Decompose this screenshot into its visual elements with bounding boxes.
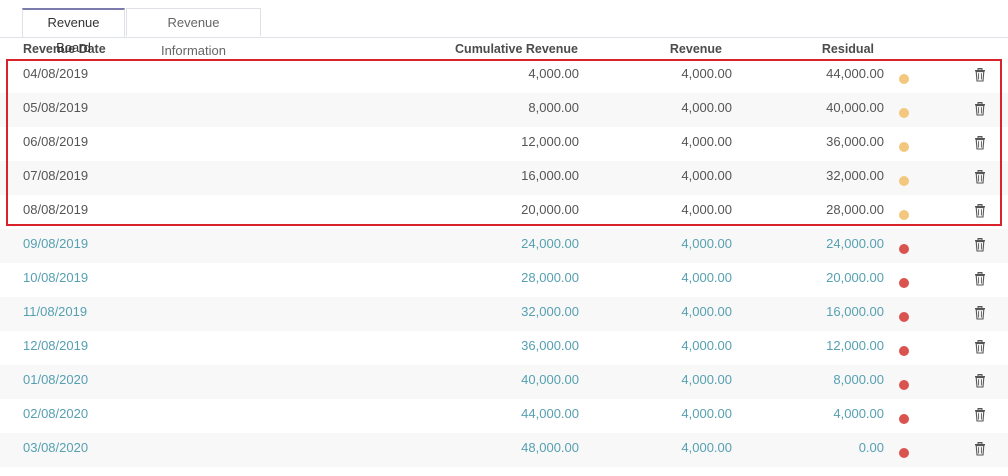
status-dot-icon bbox=[899, 448, 909, 458]
cumulative-revenue-cell: 28,000.00 bbox=[521, 270, 579, 285]
status-dot-icon bbox=[899, 414, 909, 424]
residual-cell: 40,000.00 bbox=[826, 100, 884, 115]
revenue-date-cell: 12/08/2019 bbox=[23, 338, 89, 353]
cumulative-revenue-cell: 36,000.00 bbox=[521, 338, 579, 353]
trash-icon[interactable] bbox=[974, 102, 986, 116]
revenue-cell: 4,000.00 bbox=[681, 304, 732, 319]
column-header-revenue[interactable]: Revenue bbox=[670, 42, 722, 56]
table-row[interactable]: 06/08/2019 12,000.00 4,000.00 36,000.00 bbox=[0, 127, 1008, 161]
residual-cell: 44,000.00 bbox=[826, 66, 884, 81]
status-dot-icon bbox=[899, 176, 909, 186]
cumulative-revenue-cell: 4,000.00 bbox=[528, 66, 579, 81]
revenue-cell: 4,000.00 bbox=[681, 66, 732, 81]
trash-icon[interactable] bbox=[974, 238, 986, 252]
trash-icon[interactable] bbox=[974, 136, 986, 150]
revenue-date-cell: 02/08/2020 bbox=[23, 406, 89, 421]
cumulative-revenue-cell: 24,000.00 bbox=[521, 236, 579, 251]
table-row[interactable]: 02/08/2020 44,000.00 4,000.00 4,000.00 bbox=[0, 399, 1008, 433]
cumulative-revenue-cell: 40,000.00 bbox=[521, 372, 579, 387]
cumulative-revenue-cell: 8,000.00 bbox=[528, 100, 579, 115]
revenue-date-cell: 11/08/2019 bbox=[23, 304, 88, 319]
table-row[interactable]: 10/08/2019 28,000.00 4,000.00 20,000.00 bbox=[0, 263, 1008, 297]
revenue-cell: 4,000.00 bbox=[681, 406, 732, 421]
residual-cell: 20,000.00 bbox=[826, 270, 884, 285]
status-dot-icon bbox=[899, 210, 909, 220]
column-header-cumulative-revenue[interactable]: Cumulative Revenue bbox=[455, 42, 578, 56]
revenue-date-cell: 03/08/2020 bbox=[23, 440, 89, 455]
residual-cell: 12,000.00 bbox=[826, 338, 884, 353]
cumulative-revenue-cell: 48,000.00 bbox=[521, 440, 579, 455]
residual-cell: 28,000.00 bbox=[826, 202, 884, 217]
residual-cell: 0.00 bbox=[858, 440, 884, 455]
revenue-date-cell: 05/08/2019 bbox=[23, 100, 89, 115]
status-dot-icon bbox=[899, 380, 909, 390]
trash-icon[interactable] bbox=[974, 340, 986, 354]
tab-revenue-information[interactable]: Revenue Information bbox=[126, 8, 261, 58]
table-row[interactable]: 09/08/2019 24,000.00 4,000.00 24,000.00 bbox=[0, 229, 1008, 263]
table-row[interactable]: 03/08/2020 48,000.00 4,000.00 0.00 bbox=[0, 433, 1008, 467]
revenue-board-page: Revenue Board Revenue Information Revenu… bbox=[0, 0, 1008, 476]
table-row[interactable]: 04/08/2019 4,000.00 4,000.00 44,000.00 bbox=[0, 59, 1008, 93]
cumulative-revenue-cell: 44,000.00 bbox=[521, 406, 579, 421]
column-header-residual[interactable]: Residual bbox=[822, 42, 874, 56]
tab-bar: Revenue Board Revenue Information bbox=[0, 8, 1008, 58]
revenue-date-cell: 01/08/2020 bbox=[23, 372, 89, 387]
cumulative-revenue-cell: 16,000.00 bbox=[521, 168, 579, 183]
revenue-cell: 4,000.00 bbox=[681, 440, 732, 455]
revenue-cell: 4,000.00 bbox=[681, 236, 732, 251]
trash-icon[interactable] bbox=[974, 170, 986, 184]
revenue-date-cell: 06/08/2019 bbox=[23, 134, 89, 149]
revenue-date-cell: 04/08/2019 bbox=[23, 66, 89, 81]
revenue-date-cell: 09/08/2019 bbox=[23, 236, 89, 251]
revenue-cell: 4,000.00 bbox=[681, 270, 732, 285]
status-dot-icon bbox=[899, 244, 909, 254]
residual-cell: 24,000.00 bbox=[826, 236, 884, 251]
cumulative-revenue-cell: 12,000.00 bbox=[521, 134, 579, 149]
status-dot-icon bbox=[899, 312, 909, 322]
residual-cell: 36,000.00 bbox=[826, 134, 884, 149]
revenue-cell: 4,000.00 bbox=[681, 134, 732, 149]
status-dot-icon bbox=[899, 142, 909, 152]
table-row[interactable]: 08/08/2019 20,000.00 4,000.00 28,000.00 bbox=[0, 195, 1008, 229]
residual-cell: 8,000.00 bbox=[833, 372, 884, 387]
trash-icon[interactable] bbox=[974, 68, 986, 82]
trash-icon[interactable] bbox=[974, 374, 986, 388]
status-dot-icon bbox=[899, 278, 909, 288]
trash-icon[interactable] bbox=[974, 442, 986, 456]
trash-icon[interactable] bbox=[974, 408, 986, 422]
residual-cell: 16,000.00 bbox=[826, 304, 884, 319]
revenue-cell: 4,000.00 bbox=[681, 202, 732, 217]
status-dot-icon bbox=[899, 346, 909, 356]
status-dot-icon bbox=[899, 74, 909, 84]
revenue-date-cell: 10/08/2019 bbox=[23, 270, 89, 285]
revenue-date-cell: 07/08/2019 bbox=[23, 168, 89, 183]
revenue-cell: 4,000.00 bbox=[681, 372, 732, 387]
trash-icon[interactable] bbox=[974, 306, 986, 320]
cumulative-revenue-cell: 32,000.00 bbox=[521, 304, 579, 319]
residual-cell: 4,000.00 bbox=[833, 406, 884, 421]
revenue-date-cell: 08/08/2019 bbox=[23, 202, 89, 217]
tab-revenue-board[interactable]: Revenue Board bbox=[22, 8, 125, 55]
table-row[interactable]: 11/08/2019 32,000.00 4,000.00 16,000.00 bbox=[0, 297, 1008, 331]
table-row[interactable]: 12/08/2019 36,000.00 4,000.00 12,000.00 bbox=[0, 331, 1008, 365]
table-row[interactable]: 07/08/2019 16,000.00 4,000.00 32,000.00 bbox=[0, 161, 1008, 195]
table-row[interactable]: 05/08/2019 8,000.00 4,000.00 40,000.00 bbox=[0, 93, 1008, 127]
revenue-cell: 4,000.00 bbox=[681, 338, 732, 353]
residual-cell: 32,000.00 bbox=[826, 168, 884, 183]
table-header: Revenue Date Cumulative Revenue Revenue … bbox=[0, 38, 1008, 60]
revenue-lines-table: 04/08/2019 4,000.00 4,000.00 44,000.00 0… bbox=[0, 59, 1008, 467]
status-dot-icon bbox=[899, 108, 909, 118]
revenue-cell: 4,000.00 bbox=[681, 168, 732, 183]
cumulative-revenue-cell: 20,000.00 bbox=[521, 202, 579, 217]
trash-icon[interactable] bbox=[974, 272, 986, 286]
table-row[interactable]: 01/08/2020 40,000.00 4,000.00 8,000.00 bbox=[0, 365, 1008, 399]
revenue-cell: 4,000.00 bbox=[681, 100, 732, 115]
trash-icon[interactable] bbox=[974, 204, 986, 218]
